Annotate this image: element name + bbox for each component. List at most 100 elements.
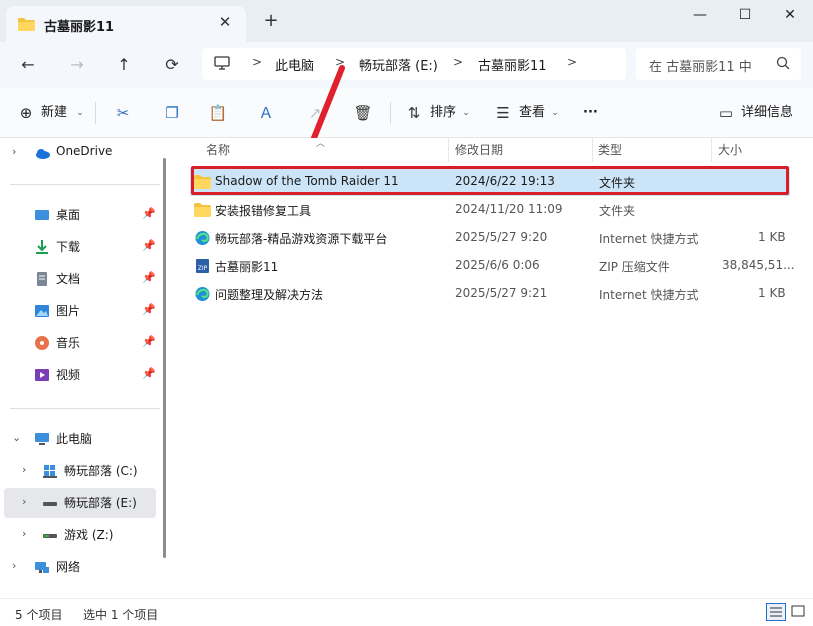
tab-current[interactable]: 古墓丽影11 ✕ [6, 6, 246, 42]
sidebar-item-onedrive[interactable]: › OneDrive [0, 138, 160, 168]
command-bar: ⊕ 新建 ⌄ ✂ ❐ 📋 Ａ ↗ 🗑 ⇅ 排序 ⌄ ☰ 查看 ⌄ ··· ▭ 详… [0, 88, 813, 138]
file-row[interactable]: 问题整理及解决方法 2025/5/27 9:21 Internet 快捷方式 1… [190, 280, 790, 308]
maximize-icon[interactable]: ☐ [722, 0, 768, 32]
chevron-right-icon[interactable]: > [453, 55, 463, 69]
address-row: ← → ↑ ⟳ > 此电脑 > 畅玩部落 (E:) > 古墓丽影11 > 在 古… [0, 42, 813, 88]
file-row[interactable]: ZIP 古墓丽影11 2025/6/6 0:06 ZIP 压缩文件 38,845… [190, 252, 795, 280]
search-input[interactable]: 在 古墓丽影11 中 [636, 48, 801, 80]
pin-icon[interactable]: 📌 [142, 239, 156, 252]
refresh-icon[interactable]: ⟳ [160, 53, 184, 77]
file-size: 1 KB [758, 230, 786, 244]
edge-shortcut-icon [195, 287, 210, 301]
forward-icon[interactable]: → [65, 53, 89, 77]
chevron-right-icon[interactable]: › [22, 463, 26, 476]
sidebar-item-label: OneDrive [56, 144, 113, 158]
copy-icon[interactable]: ❐ [162, 103, 182, 123]
new-tab-icon[interactable]: + [262, 12, 280, 30]
sidebar-item-label: 桌面 [56, 208, 81, 222]
pin-icon[interactable]: 📌 [142, 335, 156, 348]
sidebar-item-label: 网络 [56, 560, 81, 574]
chevron-down-icon[interactable]: ⌄ [545, 103, 565, 123]
new-plus-icon[interactable]: ⊕ [16, 103, 36, 123]
sidebar-item-this-pc[interactable]: ⌄ 此电脑 [0, 424, 160, 454]
title-bar: 古墓丽影11 ✕ + — ☐ ✕ [0, 0, 813, 42]
sidebar-item-label: 图片 [56, 304, 81, 318]
pin-icon[interactable]: 📌 [142, 207, 156, 220]
sidebar-item-pictures[interactable]: 图片 📌 [0, 296, 160, 326]
column-divider[interactable] [448, 138, 449, 162]
folder-icon [18, 18, 35, 31]
minimize-icon[interactable]: — [677, 0, 723, 32]
back-icon[interactable]: ← [16, 53, 40, 77]
column-header-modified[interactable]: 修改日期 [455, 141, 503, 158]
sidebar-item-network[interactable]: › 网络 [0, 552, 160, 582]
column-header-type[interactable]: 类型 [598, 141, 622, 158]
up-icon[interactable]: ↑ [112, 53, 136, 77]
chevron-down-icon[interactable]: ⌄ [456, 103, 476, 123]
column-header-name[interactable]: 名称 [206, 141, 230, 158]
sidebar-item-label: 此电脑 [56, 432, 93, 446]
details-button[interactable]: 详细信息 [741, 101, 793, 125]
paste-icon[interactable]: 📋 [208, 103, 228, 123]
sidebar-item-drive-c[interactable]: › 畅玩部落 (C:) [0, 456, 160, 486]
sidebar-item-drive-e[interactable]: › 畅玩部落 (E:) [4, 488, 156, 518]
sidebar-item-drive-z[interactable]: › 游戏 (Z:) [0, 520, 160, 550]
breadcrumb-item[interactable]: 畅玩部落 (E:) [359, 55, 438, 74]
folder-icon [194, 203, 211, 217]
column-divider[interactable] [592, 138, 593, 162]
column-header-size[interactable]: 大小 [718, 141, 742, 158]
file-size: 38,845,51... [722, 258, 795, 272]
file-row[interactable]: 畅玩部落-精品游戏资源下载平台 2025/5/27 9:20 Internet … [190, 224, 790, 252]
sidebar-item-label: 音乐 [56, 336, 81, 350]
navigation-pane: › OneDrive 桌面 📌 下载 📌 文档 📌 图片 📌 音乐 📌 视频 📌… [0, 138, 174, 598]
document-icon [37, 272, 47, 286]
file-name: 畅玩部落-精品游戏资源下载平台 [215, 232, 388, 246]
sort-button[interactable]: 排序 [430, 101, 456, 125]
pin-icon[interactable]: 📌 [142, 271, 156, 284]
chevron-right-icon[interactable]: › [12, 145, 16, 158]
view-icon[interactable]: ☰ [493, 103, 513, 123]
breadcrumb-item[interactable]: 古墓丽影11 [478, 55, 547, 74]
tab-close-icon[interactable]: ✕ [216, 13, 234, 31]
chevron-down-icon[interactable]: ⌄ [12, 431, 21, 444]
chevron-down-icon[interactable]: ⌄ [70, 103, 90, 123]
file-modified: 2025/5/27 9:21 [455, 286, 548, 300]
sidebar-item-label: 游戏 (Z:) [64, 528, 114, 542]
tiles-view-icon[interactable] [789, 603, 809, 621]
sidebar-item-label: 下载 [56, 240, 81, 254]
new-button[interactable]: 新建 [41, 101, 67, 125]
sidebar-scrollbar[interactable] [163, 158, 166, 558]
download-icon [36, 240, 48, 254]
sidebar-item-downloads[interactable]: 下载 📌 [0, 232, 160, 262]
file-type: Internet 快捷方式 [599, 288, 699, 302]
close-icon[interactable]: ✕ [767, 0, 813, 32]
svg-text:ZIP: ZIP [198, 265, 208, 272]
sidebar-item-documents[interactable]: 文档 📌 [0, 264, 160, 294]
view-button[interactable]: 查看 [519, 101, 545, 125]
divider [95, 102, 96, 124]
sidebar-item-desktop[interactable]: 桌面 📌 [0, 200, 160, 230]
chevron-right-icon[interactable]: > [567, 55, 577, 69]
selected-count: 选中 1 个项目 [83, 608, 159, 622]
file-list: ︿ 名称 修改日期 类型 大小 Shadow of the Tomb Raide… [174, 138, 813, 598]
sidebar-item-music[interactable]: 音乐 📌 [0, 328, 160, 358]
chevron-right-icon[interactable]: › [12, 559, 16, 572]
rename-icon[interactable]: Ａ [256, 103, 276, 123]
search-placeholder: 在 古墓丽影11 中 [649, 60, 752, 75]
file-type: ZIP 压缩文件 [599, 260, 670, 274]
sort-icon[interactable]: ⇅ [404, 103, 424, 123]
details-pane-icon[interactable]: ▭ [716, 103, 736, 123]
column-divider[interactable] [711, 138, 712, 162]
sidebar-item-videos[interactable]: 视频 📌 [0, 360, 160, 390]
more-button[interactable]: ··· [583, 101, 598, 125]
details-view-icon[interactable] [766, 603, 786, 621]
address-bar[interactable]: > 此电脑 > 畅玩部落 (E:) > 古墓丽影11 > [202, 48, 626, 80]
pin-icon[interactable]: 📌 [142, 303, 156, 316]
pin-icon[interactable]: 📌 [142, 367, 156, 380]
chevron-right-icon[interactable]: > [252, 55, 262, 69]
network-icon [35, 562, 49, 573]
file-row[interactable]: 安装报错修复工具 2024/11/20 11:09 文件夹 [190, 196, 790, 224]
chevron-right-icon[interactable]: › [22, 527, 26, 540]
cut-icon[interactable]: ✂ [113, 103, 133, 123]
chevron-right-icon[interactable]: › [22, 495, 26, 508]
